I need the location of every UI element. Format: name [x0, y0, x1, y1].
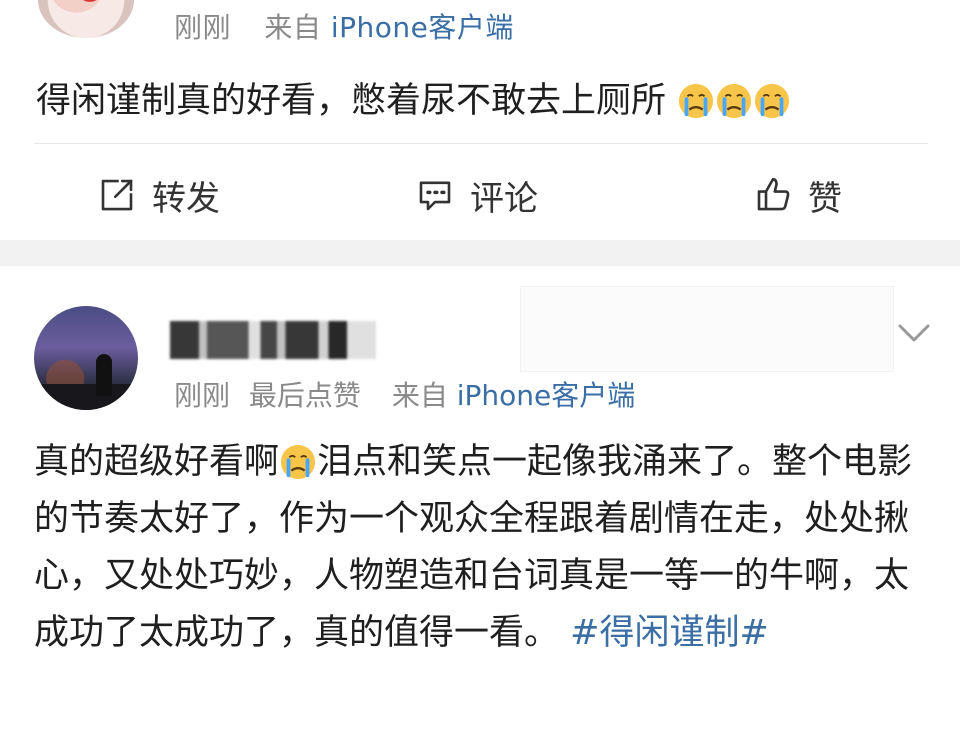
hashtag-link[interactable]: #得闲谨制#	[570, 613, 769, 653]
repost-icon	[101, 179, 133, 211]
like-button[interactable]: 赞	[752, 170, 842, 220]
source-client[interactable]: iPhone客户端	[331, 11, 514, 44]
comment-icon	[419, 181, 451, 211]
source-prefix: 来自	[264, 11, 322, 44]
avatar[interactable]	[38, 0, 134, 38]
weibo-post-1: 刚刚 来自 iPhone客户端 得闲谨制真的好看，憋着尿不敢去上厕所 转发 评论…	[0, 0, 960, 240]
crying-face-emoji	[679, 83, 714, 119]
source-prefix: 来自	[391, 379, 448, 412]
avatar[interactable]	[34, 306, 138, 410]
repost-label: 转发	[152, 178, 220, 219]
avatar-person-silhouette	[96, 354, 112, 396]
post-text-part1: 真的超级好看啊	[34, 442, 280, 482]
post-text: 得闲谨制真的好看，憋着尿不敢去上厕所	[36, 72, 791, 123]
divider	[34, 143, 928, 144]
weibo-post-2: 刚刚 最后点赞 来自 iPhone客户端 真的超级好看啊 泪点和笑点一起像我涌来…	[0, 266, 960, 743]
post-meta: 刚刚 最后点赞 来自 iPhone客户端	[174, 374, 635, 414]
chevron-down-icon[interactable]	[892, 310, 936, 354]
blurred-username	[170, 321, 376, 359]
thumbs-up-icon	[757, 177, 790, 211]
comment-label: 评论	[470, 178, 538, 219]
repost-button[interactable]: 转发	[96, 170, 220, 220]
post-text-content: 得闲谨制真的好看，憋着尿不敢去上厕所	[36, 81, 667, 121]
source-client[interactable]: iPhone客户端	[457, 379, 636, 412]
post-meta: 刚刚 来自 iPhone客户端	[174, 6, 514, 46]
crying-face-emoji	[755, 83, 790, 119]
header-placeholder	[520, 286, 894, 372]
post-time: 刚刚	[174, 379, 231, 412]
post-text: 真的超级好看啊 泪点和笑点一起像我涌来了。整个电影的节奏太好了，作为一个观众全程…	[34, 434, 934, 662]
post-time: 刚刚	[174, 11, 232, 44]
avatar-landscape	[34, 384, 138, 410]
crying-face-emoji	[717, 83, 752, 119]
crying-face-emoji	[280, 444, 316, 480]
post-separator	[0, 240, 960, 266]
comment-button[interactable]: 评论	[414, 170, 538, 220]
like-label: 赞	[808, 178, 842, 219]
last-like-note: 最后点赞	[248, 379, 361, 412]
